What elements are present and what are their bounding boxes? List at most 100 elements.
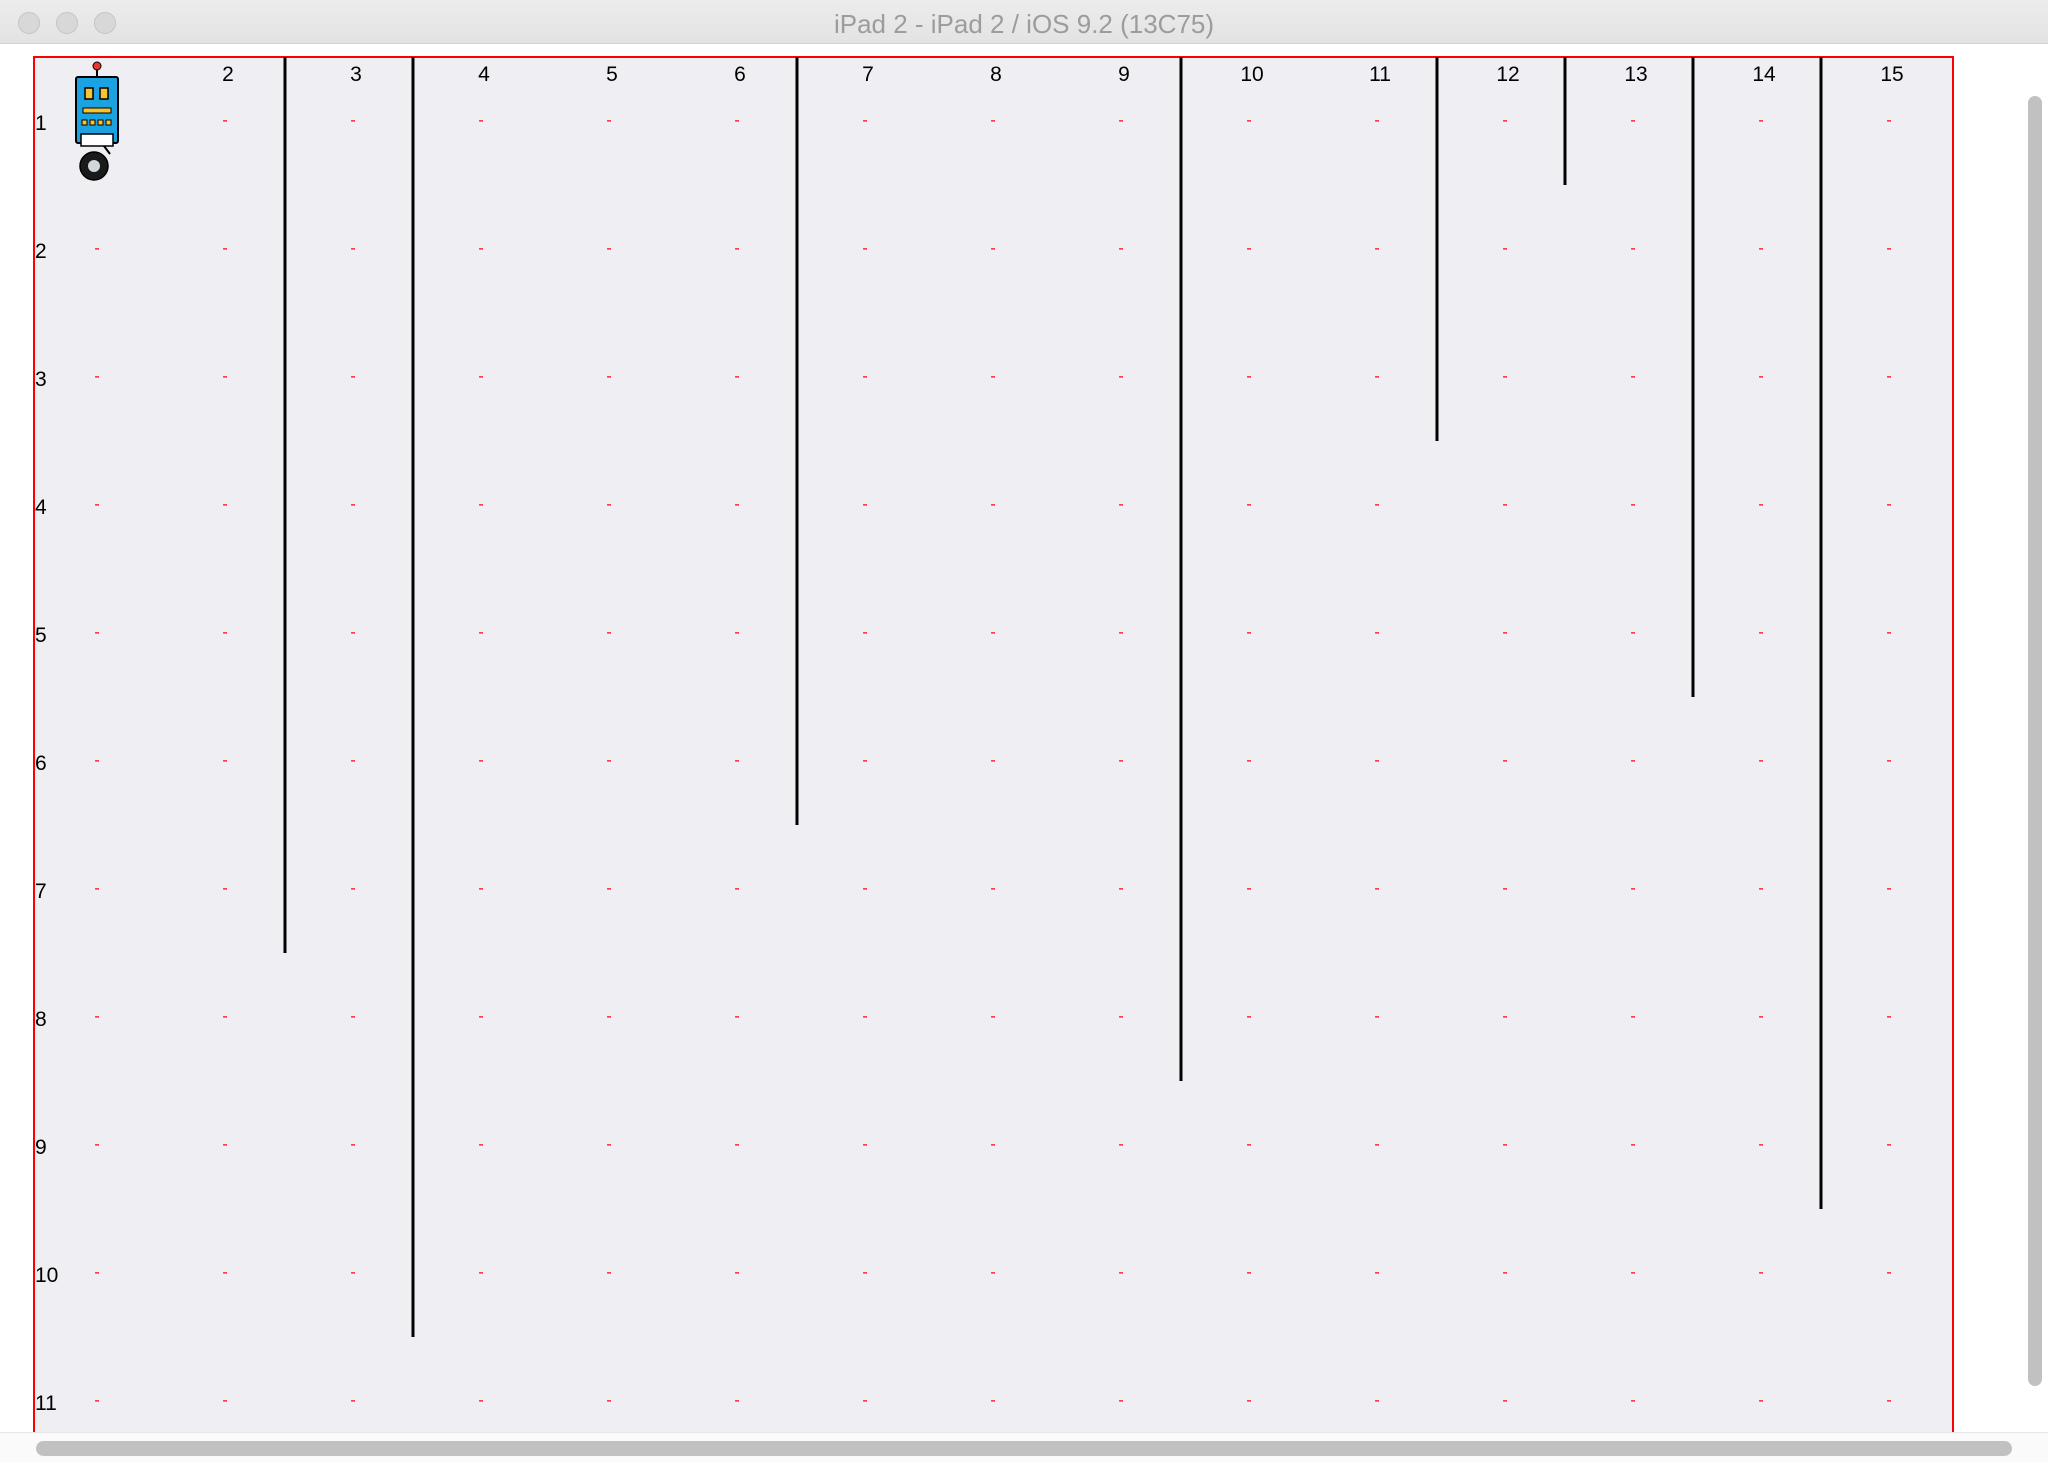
cell-marker: - [1630,624,1635,641]
cell-marker: - [990,496,995,513]
row-label: 7 [35,880,47,903]
cell-marker: - [990,1392,995,1409]
cell-marker: - [478,1136,483,1153]
cell-marker: - [1374,496,1379,513]
cell-marker: - [350,112,355,129]
cell-marker: - [1630,1008,1635,1025]
cell-marker: - [1246,1136,1251,1153]
cell-marker: - [1630,1392,1635,1409]
cell-marker: - [94,496,99,513]
cell-marker: - [990,752,995,769]
cell-marker: - [1374,1264,1379,1281]
cell-marker: - [1502,1136,1507,1153]
cell-marker: - [350,496,355,513]
column-label: 15 [1880,63,1903,86]
cell-marker: - [1374,112,1379,129]
cell-marker: - [862,1392,867,1409]
cell-marker: - [606,752,611,769]
cell-marker: - [222,240,227,257]
row-label: 10 [35,1264,58,1287]
cell-marker: - [862,752,867,769]
cell-marker: - [734,880,739,897]
cell-marker: - [862,880,867,897]
cell-marker: - [862,496,867,513]
column-label: 8 [990,63,1002,86]
column-label: 5 [606,63,618,86]
cell-marker: - [478,496,483,513]
cell-marker: - [1502,880,1507,897]
row-label: 8 [35,1008,47,1031]
vertical-scrollbar[interactable] [2020,44,2048,1432]
cell-marker: - [94,1136,99,1153]
cell-marker: - [862,368,867,385]
horizontal-scrollbar[interactable] [0,1432,2048,1462]
cell-marker: - [606,624,611,641]
cell-marker: - [1118,240,1123,257]
cell-marker: - [990,624,995,641]
board-area [33,56,1954,1432]
column-label: 9 [1118,63,1130,86]
cell-marker: - [606,1136,611,1153]
column-label: 2 [222,63,234,86]
cell-marker: - [1758,368,1763,385]
cell-marker: - [1374,1008,1379,1025]
cell-marker: - [606,1008,611,1025]
cell-marker: - [1758,496,1763,513]
cell-marker: - [990,1136,995,1153]
cell-marker: - [1374,1136,1379,1153]
cell-marker: - [94,1008,99,1025]
cell-marker: - [1502,624,1507,641]
cell-marker: - [222,368,227,385]
cell-marker: - [1502,496,1507,513]
cell-marker: - [1374,880,1379,897]
cell-marker: - [222,496,227,513]
cell-marker: - [1118,1008,1123,1025]
column-label: 11 [1369,63,1391,86]
cell-marker: - [94,880,99,897]
simulator-viewport[interactable]: 2 3 4 5 6 7 8 9 10 11 12 13 14 15 1 2 3 4 5 6 7 8 9 10 11- - - - - - -… [0,44,2048,1432]
cell-marker: - [1758,624,1763,641]
cell-marker: - [1758,1392,1763,1409]
cell-marker: - [94,752,99,769]
cell-marker: - [862,112,867,129]
cell-marker: - [606,112,611,129]
cell-marker: - [862,1136,867,1153]
column-label: 13 [1624,63,1647,86]
cell-marker: - [1630,880,1635,897]
cell-marker: - [350,880,355,897]
cell-marker: - [1630,752,1635,769]
robot-grid-board[interactable]: 2 3 4 5 6 7 8 9 10 11 12 13 14 151234567891011- - - - - - -… [0,44,2048,1432]
horizontal-scroll-thumb[interactable] [36,1441,2012,1456]
cell-marker: - [1246,880,1251,897]
row-label: 2 [35,240,47,263]
row-label: 11 [35,1392,57,1415]
cell-marker: - [478,1392,483,1409]
vertical-scroll-thumb[interactable] [2028,96,2042,1386]
cell-marker: - [1630,112,1635,129]
cell-marker: - [1246,1392,1251,1409]
cell-marker: - [94,368,99,385]
cell-marker: - [1886,240,1891,257]
cell-marker: - [1886,1136,1891,1153]
cell-marker: - [734,752,739,769]
cell-marker: - [862,1008,867,1025]
cell-marker: - [94,240,99,257]
cell-marker: - [1246,368,1251,385]
cell-marker: - [478,368,483,385]
cell-marker: - [350,1392,355,1409]
cell-marker: - [1246,496,1251,513]
cell-marker: - [990,368,995,385]
cell-marker: - [1630,1136,1635,1153]
cell-marker: - [606,240,611,257]
cell-marker: - [606,1264,611,1281]
cell-marker: - [734,1008,739,1025]
cell-marker: - [1118,1264,1123,1281]
cell-marker: - [990,240,995,257]
column-label: 10 [1240,63,1263,86]
cell-marker: - [1246,240,1251,257]
column-label: 3 [350,63,362,86]
column-label: 4 [478,63,490,86]
cell-marker: - [222,1008,227,1025]
cell-marker: - [350,368,355,385]
cell-marker: - [862,240,867,257]
